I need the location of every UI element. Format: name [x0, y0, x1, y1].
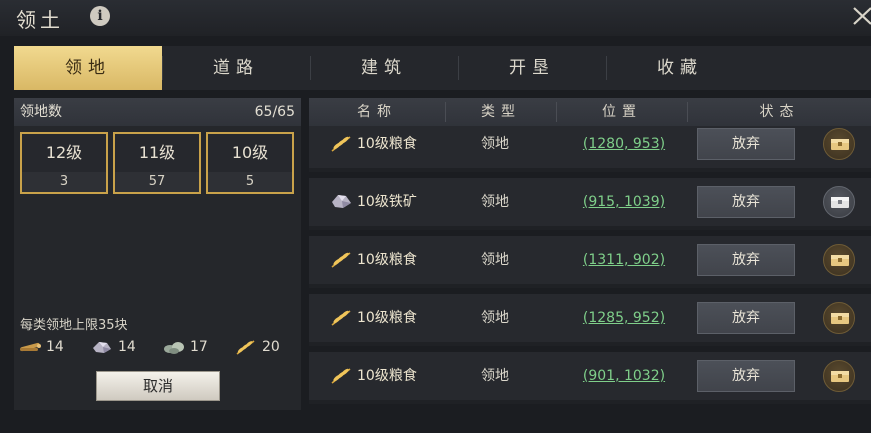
territory-summary-panel: 领地数 65/65 12级 3 11级 57 10级 5 每类领地上限35块 1… [14, 98, 301, 410]
grain-icon [331, 136, 351, 152]
limit-text: 每类领地上限35块 [20, 318, 128, 333]
favorite-chest-button[interactable] [823, 360, 855, 392]
resource-count: 20 [262, 339, 280, 355]
table-row: 10级粮食 领地 (1280, 953) 放弃 [309, 120, 871, 172]
tab-favorites[interactable]: 收藏 [606, 46, 754, 90]
tab-reclaim[interactable]: 开垦 [458, 46, 606, 90]
header-type: 类型 [481, 104, 521, 120]
level-count: 3 [22, 172, 106, 192]
table-row: 10级粮食 领地 (901, 1032) 放弃 [309, 352, 871, 404]
table-row: 10级铁矿 领地 (915, 1039) 放弃 [309, 178, 871, 230]
territory-name-label: 10级粮食 [357, 136, 417, 152]
resource-count: 14 [118, 339, 136, 355]
territory-coordinates-link[interactable]: (1311, 902) [571, 236, 677, 284]
level-label: 12级 [22, 134, 106, 172]
resource-counts: 14 14 17 20 [18, 336, 298, 358]
level-count: 57 [115, 172, 199, 192]
territory-name-label: 10级粮食 [357, 368, 417, 384]
window-title: 领土 [16, 8, 64, 32]
favorite-chest-button[interactable] [823, 244, 855, 276]
abandon-button[interactable]: 放弃 [697, 128, 795, 160]
territory-coordinates-link[interactable]: (901, 1032) [571, 352, 677, 400]
tab-territory[interactable]: 领地 [14, 46, 162, 90]
header-name: 名称 [357, 104, 397, 120]
tab-bar: 领地 道路 建筑 开垦 收藏 [14, 46, 871, 90]
cancel-button[interactable]: 取消 [96, 371, 220, 401]
territory-type: 领地 [481, 310, 509, 326]
level-box-12: 12级 3 [20, 132, 108, 194]
header-position: 位置 [602, 104, 642, 120]
territory-count-value: 65/65 [254, 104, 295, 120]
grain-icon [331, 368, 351, 384]
level-box-11: 11级 57 [113, 132, 201, 194]
header-status: 状态 [759, 104, 800, 120]
table-row: 10级粮食 领地 (1285, 952) 放弃 [309, 294, 871, 346]
wood-icon [20, 342, 41, 352]
chest-icon [831, 313, 849, 324]
close-icon[interactable] [850, 2, 871, 30]
territory-type: 领地 [481, 136, 509, 152]
chest-icon [831, 255, 849, 266]
favorite-chest-button[interactable] [823, 302, 855, 334]
iron-ore-icon [93, 342, 111, 353]
territory-coordinates-link[interactable]: (1285, 952) [571, 294, 677, 342]
favorite-chest-button[interactable] [823, 186, 855, 218]
grain-icon [236, 340, 255, 355]
abandon-button[interactable]: 放弃 [697, 186, 795, 218]
territory-type: 领地 [481, 252, 509, 268]
tab-roads[interactable]: 道路 [162, 46, 310, 90]
info-icon[interactable]: i [90, 6, 110, 26]
territory-name-label: 10级铁矿 [357, 194, 417, 210]
chest-icon [831, 197, 849, 208]
favorite-chest-button[interactable] [823, 128, 855, 160]
territory-coordinates-link[interactable]: (1280, 953) [571, 120, 677, 168]
iron-ore-icon [332, 195, 351, 208]
chest-icon [831, 371, 849, 382]
abandon-button[interactable]: 放弃 [697, 360, 795, 392]
table-row: 10级粮食 领地 (1311, 902) 放弃 [309, 236, 871, 288]
tab-buildings[interactable]: 建筑 [310, 46, 458, 90]
territory-coordinates-link[interactable]: (915, 1039) [571, 178, 677, 226]
abandon-button[interactable]: 放弃 [697, 302, 795, 334]
level-count: 5 [208, 172, 292, 192]
territory-type: 领地 [481, 194, 509, 210]
chest-icon [831, 139, 849, 150]
title-bar: 领土 i [0, 0, 871, 36]
territory-name-label: 10级粮食 [357, 310, 417, 326]
grain-icon [331, 252, 351, 268]
resource-count: 17 [190, 339, 208, 355]
resource-count: 14 [46, 339, 64, 355]
territory-name-label: 10级粮食 [357, 252, 417, 268]
level-box-10: 10级 5 [206, 132, 294, 194]
territory-count-header: 领地数 65/65 [14, 98, 301, 126]
territory-count-label: 领地数 [20, 104, 62, 120]
territory-table-header-overlay: 名称 类型 位置 状态 [309, 98, 871, 126]
abandon-button[interactable]: 放弃 [697, 244, 795, 276]
grain-icon [331, 310, 351, 326]
territory-type: 领地 [481, 368, 509, 384]
level-label: 11级 [115, 134, 199, 172]
stone-icon [164, 342, 184, 354]
level-label: 10级 [208, 134, 292, 172]
